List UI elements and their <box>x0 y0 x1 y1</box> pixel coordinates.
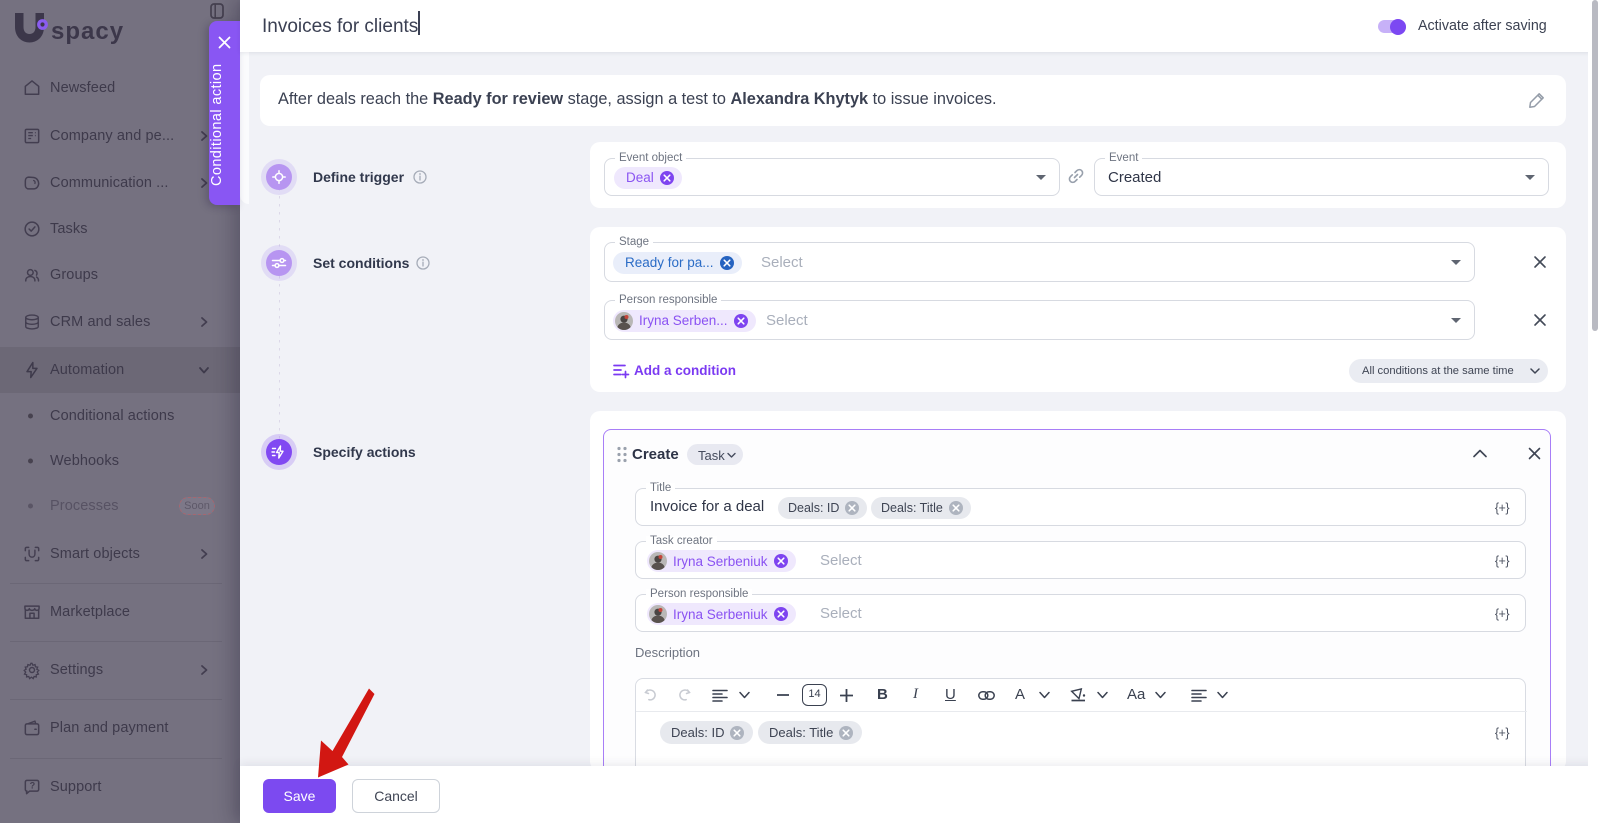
svg-text:spacy: spacy <box>51 18 124 45</box>
svg-text:?: ? <box>30 781 36 791</box>
